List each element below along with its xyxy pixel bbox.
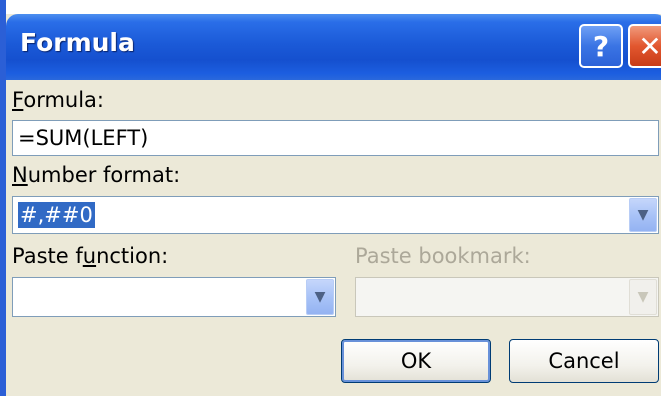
chevron-down-icon: ▼ [637, 289, 649, 305]
dialog-title: Formula [20, 28, 135, 57]
paste-function-label-mnemonic: u [82, 244, 97, 268]
close-icon: ✕ [638, 29, 661, 63]
number-format-value: #,##0 [18, 202, 95, 228]
formula-input-value: =SUM(LEFT) [18, 126, 149, 150]
paste-function-combo[interactable]: ▼ [12, 277, 336, 317]
question-mark-icon: ? [592, 29, 610, 63]
number-format-combo[interactable]: #,##0 ▼ [12, 196, 659, 234]
paste-function-dropdown-button[interactable]: ▼ [306, 279, 334, 315]
ok-button[interactable]: OK [341, 339, 491, 383]
number-format-label: Number format: [12, 163, 180, 187]
paste-function-label-prefix: Paste f [12, 244, 83, 268]
paste-function-label: Paste function: [12, 244, 168, 268]
cancel-button[interactable]: Cancel [509, 339, 659, 383]
paste-bookmark-label: Paste bookmark: [355, 244, 531, 268]
title-bar[interactable]: Formula ? ✕ [6, 0, 661, 80]
number-format-label-text: umber format: [27, 163, 181, 187]
close-button[interactable]: ✕ [628, 24, 661, 68]
formula-label: Formula: [12, 88, 104, 112]
help-button[interactable]: ? [579, 24, 623, 68]
chevron-down-icon: ▼ [637, 207, 649, 223]
paste-function-label-text: nction: [96, 244, 169, 268]
formula-dialog: Formula ? ✕ Formula: =SUM(LEFT) Number f… [0, 0, 661, 396]
number-format-dropdown-button[interactable]: ▼ [629, 198, 657, 232]
paste-bookmark-combo: ▼ [355, 277, 659, 317]
number-format-value-wrap: #,##0 [13, 202, 95, 228]
number-format-label-mnemonic: N [12, 163, 28, 187]
formula-label-mnemonic: F [12, 88, 24, 112]
formula-input[interactable]: =SUM(LEFT) [12, 120, 659, 156]
formula-label-text: ormula: [23, 88, 105, 112]
chevron-down-icon: ▼ [314, 289, 326, 305]
paste-bookmark-dropdown-button: ▼ [629, 279, 657, 315]
